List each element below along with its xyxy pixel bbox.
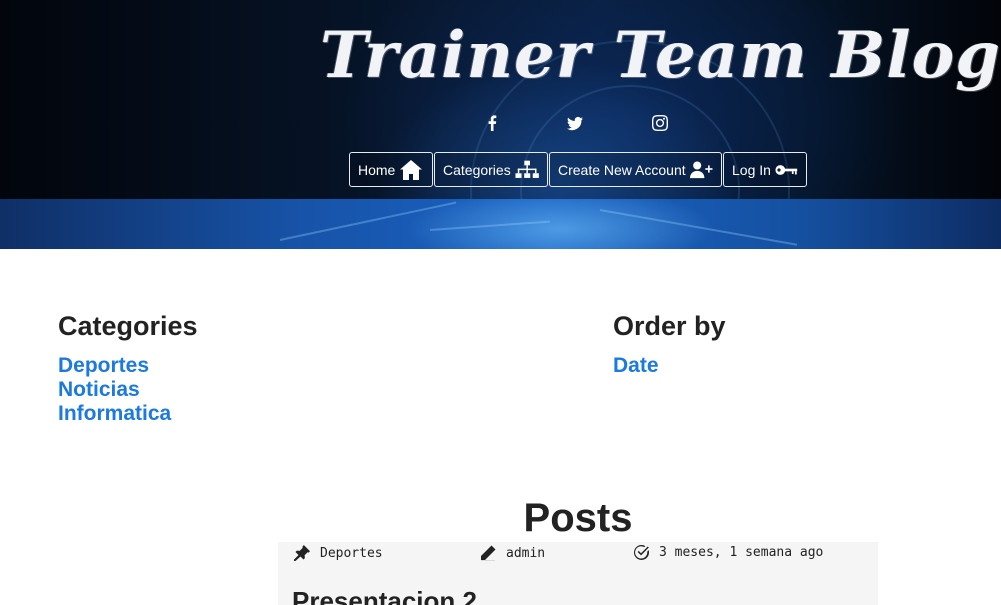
nav-home-label: Home: [358, 161, 396, 178]
pin-icon: [294, 545, 310, 561]
site-title[interactable]: Trainer Team Blog: [320, 8, 1000, 103]
post-category-meta: Deportes: [294, 545, 383, 561]
main-nav: Home Categories Create New Account Log I…: [349, 152, 807, 187]
user-plus-icon: [689, 160, 713, 178]
nav-create-account-button[interactable]: Create New Account: [549, 152, 722, 187]
instagram-icon[interactable]: [649, 112, 671, 134]
sitemap-icon: [515, 160, 539, 178]
categories-heading: Categories: [58, 311, 198, 341]
post-category[interactable]: Deportes: [320, 546, 383, 561]
nav-create-account-label: Create New Account: [558, 161, 686, 178]
twitter-icon[interactable]: [564, 112, 586, 134]
order-by-heading: Order by: [613, 311, 726, 341]
post-title[interactable]: Presentacion 2: [292, 586, 477, 605]
nav-home-button[interactable]: Home: [349, 152, 433, 187]
post-date-meta: 3 meses, 1 semana ago: [634, 545, 823, 560]
order-by-date-link[interactable]: Date: [613, 354, 659, 378]
pencil-icon: [481, 545, 496, 561]
post-author: admin: [506, 545, 546, 561]
nav-login-button[interactable]: Log In: [723, 152, 807, 187]
site-header: Trainer Team Blog Home Categories Create…: [0, 0, 1001, 249]
post-date: 3 meses, 1 semana ago: [659, 545, 824, 560]
nav-login-label: Log In: [732, 161, 771, 178]
category-link-deportes[interactable]: Deportes: [58, 354, 149, 378]
home-icon: [400, 159, 423, 180]
nav-categories-label: Categories: [443, 161, 511, 178]
category-link-noticias[interactable]: Noticias: [58, 378, 140, 402]
check-circle-icon: [634, 545, 649, 560]
post-author-meta: admin: [480, 545, 545, 561]
category-link-informatica[interactable]: Informatica: [58, 402, 171, 426]
key-icon: [775, 164, 798, 175]
post-card: Deportes admin 3 meses, 1 semana ago Pre…: [278, 542, 878, 605]
posts-heading: Posts: [523, 496, 633, 540]
facebook-icon[interactable]: [481, 112, 503, 134]
header-banner-band: [0, 199, 1001, 249]
nav-categories-button[interactable]: Categories: [434, 152, 548, 187]
